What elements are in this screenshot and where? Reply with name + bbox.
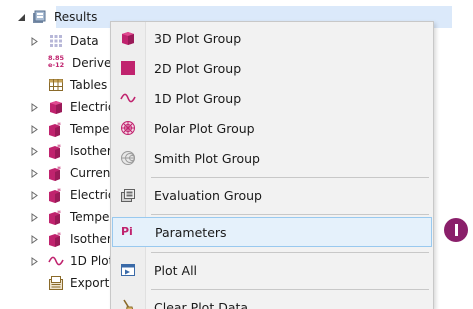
3d-plot-group-icon	[120, 30, 136, 46]
expand-arrow-icon[interactable]	[28, 234, 42, 244]
3d-plot-group-star-icon: *	[48, 209, 64, 225]
menu-item-label: Evaluation Group	[154, 188, 262, 203]
evaluation-group-icon	[120, 187, 136, 203]
expand-arrow-icon[interactable]	[28, 146, 42, 156]
3d-plot-group-icon	[48, 99, 64, 115]
tree-node-label: Export	[70, 276, 110, 290]
svg-text:*: *	[57, 165, 61, 174]
tree-node-plot-group[interactable]: * Isothermal	[0, 228, 110, 250]
menu-item-label: Smith Plot Group	[154, 151, 260, 166]
tree-node-plot-group[interactable]: Electric	[0, 96, 110, 118]
expand-arrow-icon[interactable]	[28, 124, 42, 134]
menu-item-2d-plot-group[interactable]: 2D Plot Group	[111, 53, 433, 83]
expand-arrow-icon[interactable]	[28, 102, 42, 112]
menu-item-label: Plot All	[154, 263, 198, 278]
menu-item-label: 2D Plot Group	[154, 61, 242, 76]
menu-item-evaluation-group[interactable]: Evaluation Group	[111, 180, 433, 210]
tree-node-plot-group[interactable]: * Isothermal	[0, 140, 110, 162]
menu-item-plot-all[interactable]: Plot All	[111, 255, 433, 285]
1d-plot-group-icon	[120, 90, 136, 106]
tree-node-label: Isothermal	[70, 144, 110, 158]
menu-separator	[151, 177, 429, 178]
svg-text:*: *	[57, 187, 61, 196]
tree-node-label: Electric	[70, 100, 110, 114]
smith-plot-group-icon	[120, 150, 136, 166]
tree-node-label: Data	[70, 34, 99, 48]
datasets-grid-icon	[48, 33, 64, 49]
3d-plot-group-star-icon: *	[48, 121, 64, 137]
table-icon	[48, 77, 64, 93]
tree-node-tables[interactable]: Tables	[0, 74, 107, 96]
menu-item-label: 1D Plot Group	[154, 91, 242, 106]
3d-plot-group-star-icon: *	[48, 187, 64, 203]
expand-arrow-icon[interactable]	[28, 168, 42, 178]
export-icon	[48, 275, 64, 291]
tree-node-label: Electric	[70, 188, 110, 202]
menu-item-polar-plot-group[interactable]: Polar Plot Group	[111, 113, 433, 143]
tree-node-plot-group[interactable]: * Current	[0, 162, 110, 184]
tree-node-plot-group[interactable]: * Electric	[0, 184, 110, 206]
menu-item-smith-plot-group[interactable]: Smith Plot Group	[111, 143, 433, 173]
tree-node-label: Temperature	[70, 122, 110, 136]
tree-node-derived-values[interactable]: 8.85 e-12 Derived	[0, 52, 110, 74]
menu-separator	[151, 289, 429, 290]
tree-node-label: 1D Plot	[70, 254, 110, 268]
svg-text:*: *	[57, 121, 61, 130]
menu-item-label: Clear Plot Data	[154, 300, 249, 309]
menu-separator	[151, 214, 429, 215]
3d-plot-group-star-icon: *	[48, 143, 64, 159]
context-menu: 3D Plot Group 2D Plot Group 1D Plot Grou…	[110, 21, 434, 309]
tree-node-export[interactable]: Export	[0, 272, 109, 294]
menu-item-3d-plot-group[interactable]: 3D Plot Group	[111, 23, 433, 53]
1d-plot-group-icon	[48, 253, 64, 269]
derived-values-icon: 8.85 e-12	[48, 54, 65, 69]
svg-text:*: *	[57, 143, 61, 152]
3d-plot-group-star-icon: *	[48, 165, 64, 181]
plot-all-icon	[120, 262, 136, 278]
callout-marker-icon	[444, 218, 468, 242]
tree-node-plot-group[interactable]: * Temperature	[0, 118, 110, 140]
tree-node-plot-group[interactable]: 1D Plot	[0, 250, 110, 272]
3d-plot-group-star-icon: *	[48, 231, 64, 247]
clear-plot-data-icon	[120, 299, 136, 309]
tree-node-label: Isothermal	[70, 232, 110, 246]
menu-item-1d-plot-group[interactable]: 1D Plot Group	[111, 83, 433, 113]
expand-arrow-icon[interactable]	[28, 212, 42, 222]
tree-node-label: Tables	[70, 78, 108, 92]
expand-arrow-icon[interactable]	[28, 256, 42, 266]
menu-item-label: Parameters	[155, 225, 227, 240]
menu-item-clear-plot-data[interactable]: Clear Plot Data	[111, 292, 433, 309]
expand-arrow-icon[interactable]	[28, 190, 42, 200]
tree-node-label: Current	[70, 166, 110, 180]
results-tree: Data 8.85 e-12 Derived Tables	[0, 0, 110, 309]
tree-node-label: Derived	[72, 56, 110, 70]
menu-item-label: Polar Plot Group	[154, 121, 255, 136]
callout-marker-bar	[455, 224, 458, 236]
tree-node-plot-group[interactable]: * Temperature	[0, 206, 110, 228]
parameters-icon: Pi	[121, 225, 133, 238]
menu-item-parameters[interactable]: Pi Parameters	[112, 217, 432, 247]
menu-item-label: 3D Plot Group	[154, 31, 242, 46]
polar-plot-group-icon	[120, 120, 136, 136]
svg-text:*: *	[57, 209, 61, 218]
2d-plot-group-icon	[120, 60, 136, 76]
tree-node-label: Temperature	[70, 210, 110, 224]
expand-arrow-icon[interactable]	[28, 36, 42, 46]
svg-text:*: *	[57, 231, 61, 240]
menu-separator	[151, 252, 429, 253]
tree-node-data[interactable]: Data	[0, 30, 99, 52]
